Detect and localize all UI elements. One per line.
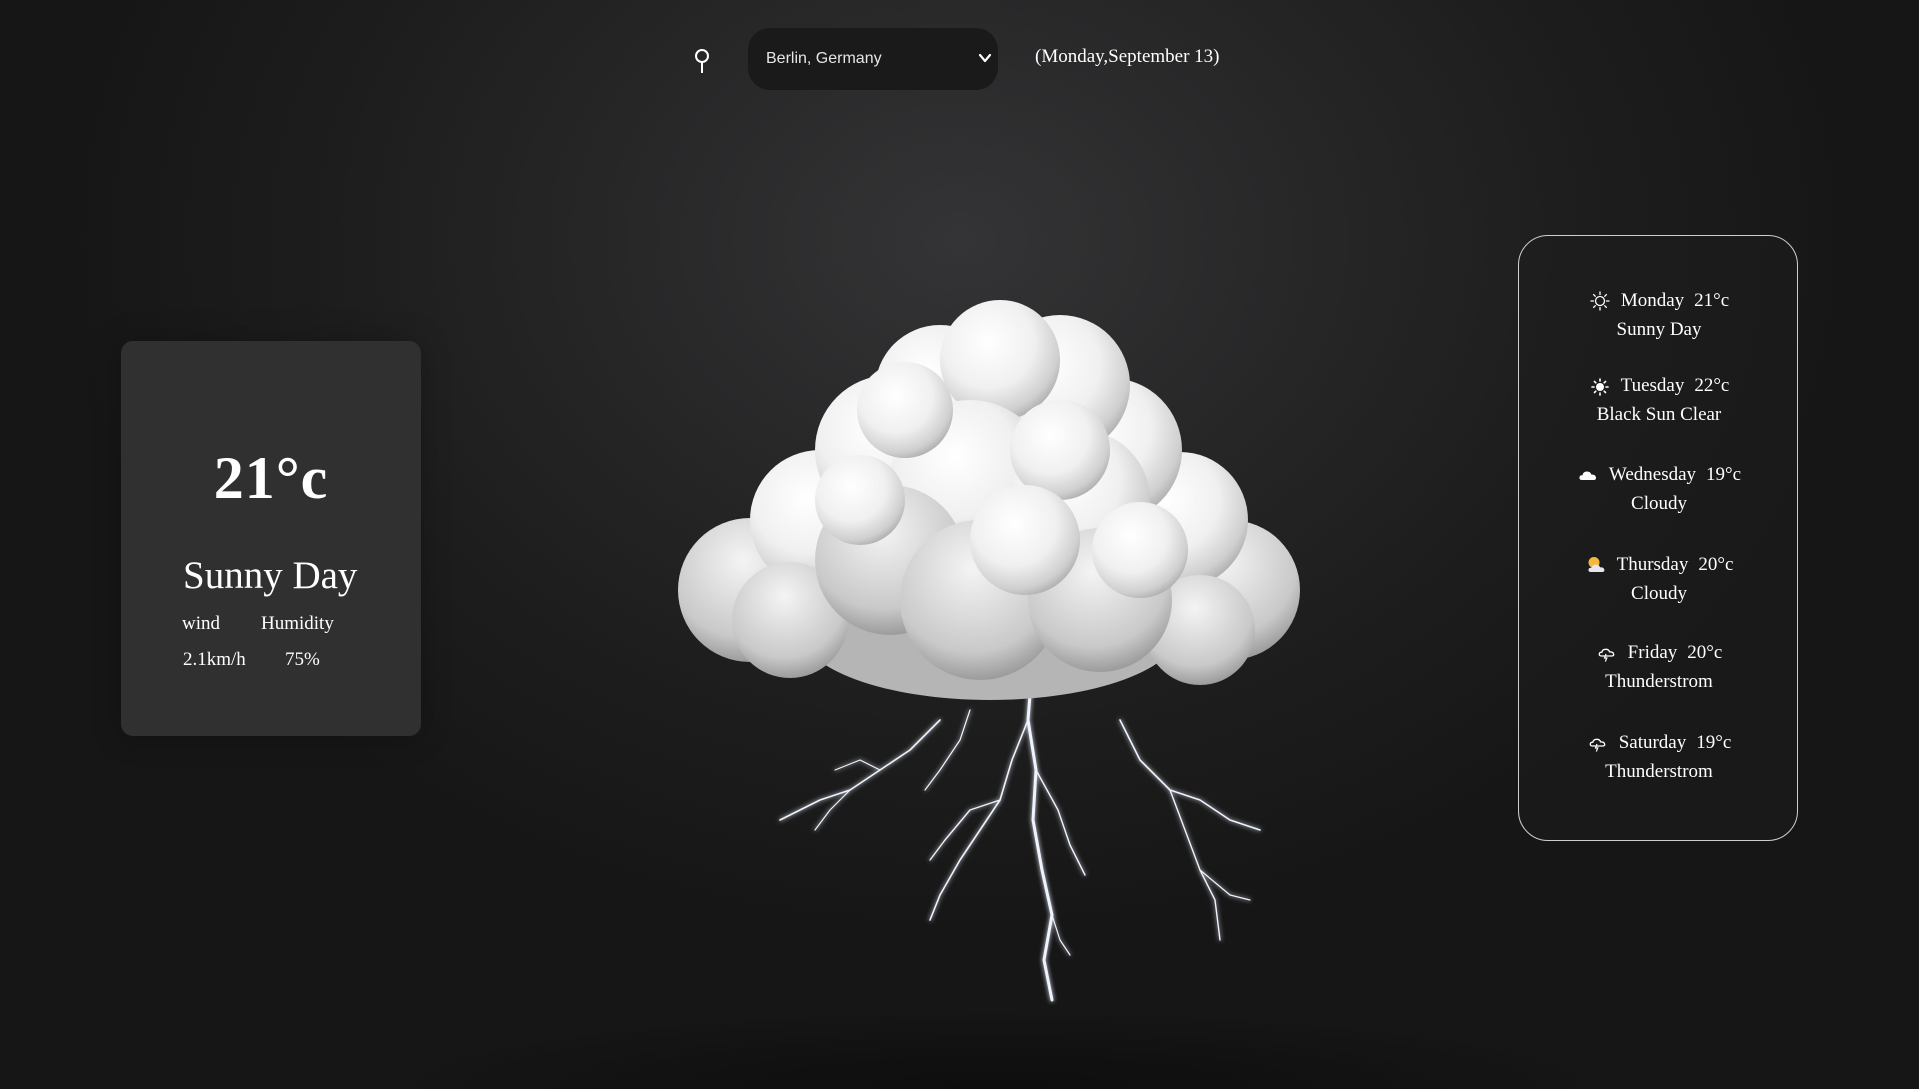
weather-app: Berlin, Germany (Monday,September 13) 21…	[0, 0, 1919, 1089]
forecast-condition: Black Sun Clear	[1596, 404, 1722, 425]
forecast-condition: Thunderstrom	[1605, 761, 1713, 782]
forecast-temp: 20°c	[1687, 642, 1723, 663]
current-condition: Sunny Day	[183, 554, 358, 597]
sun-outline-icon	[1589, 290, 1611, 312]
humidity-label: Humidity	[261, 613, 334, 634]
humidity-value: 75%	[285, 649, 320, 670]
forecast-condition: Thunderstrom	[1605, 671, 1713, 692]
thunder-cloud-icon	[1596, 642, 1618, 664]
forecast-temp: 19°c	[1706, 464, 1742, 485]
forecast-temp: 20°c	[1698, 554, 1734, 575]
forecast-day: Tuesday	[1620, 375, 1685, 396]
forecast-panel: Monday 21°c Sunny Day Tuesday 22°c Black…	[1518, 235, 1798, 841]
forecast-item: Wednesday 19°c Cloudy	[1519, 462, 1799, 532]
forecast-day: Saturday	[1618, 732, 1687, 753]
forecast-temp: 21°c	[1694, 290, 1730, 311]
forecast-item: Saturday 19°c Thunderstrom	[1519, 730, 1799, 800]
wind-value: 2.1km/h	[183, 649, 246, 670]
chevron-down-icon	[978, 53, 992, 63]
current-date: (Monday,September 13)	[1035, 46, 1220, 67]
forecast-day: Friday	[1627, 642, 1678, 663]
location-pin-icon	[695, 49, 709, 73]
forecast-condition: Cloudy	[1631, 583, 1687, 604]
black-sun-icon	[1589, 375, 1611, 397]
current-weather-card: 21°c Sunny Day wind Humidity 2.1km/h 75%	[121, 341, 421, 736]
current-temperature: 21°c	[213, 445, 329, 511]
storm-cloud-illustration	[678, 300, 1300, 1002]
sun-behind-cloud-icon	[1585, 554, 1607, 576]
forecast-item: Tuesday 22°c Black Sun Clear	[1519, 373, 1799, 443]
forecast-condition: Cloudy	[1631, 493, 1687, 514]
forecast-day: Monday	[1620, 290, 1685, 311]
location-select[interactable]: Berlin, Germany	[748, 28, 998, 90]
forecast-condition: Sunny Day	[1616, 319, 1702, 340]
forecast-item: Thursday 20°c Cloudy	[1519, 552, 1799, 622]
forecast-item: Monday 21°c Sunny Day	[1519, 288, 1799, 358]
forecast-temp: 19°c	[1696, 732, 1732, 753]
forecast-day: Wednesday	[1608, 464, 1697, 485]
top-bar: Berlin, Germany (Monday,September 13)	[0, 28, 1919, 90]
location-select-value: Berlin, Germany	[766, 50, 882, 67]
forecast-day: Thursday	[1616, 554, 1689, 575]
cloud-icon	[1577, 464, 1599, 486]
wind-label: wind	[182, 613, 220, 634]
forecast-item: Friday 20°c Thunderstrom	[1519, 640, 1799, 710]
thunder-cloud-icon	[1587, 732, 1609, 754]
forecast-temp: 22°c	[1694, 375, 1730, 396]
